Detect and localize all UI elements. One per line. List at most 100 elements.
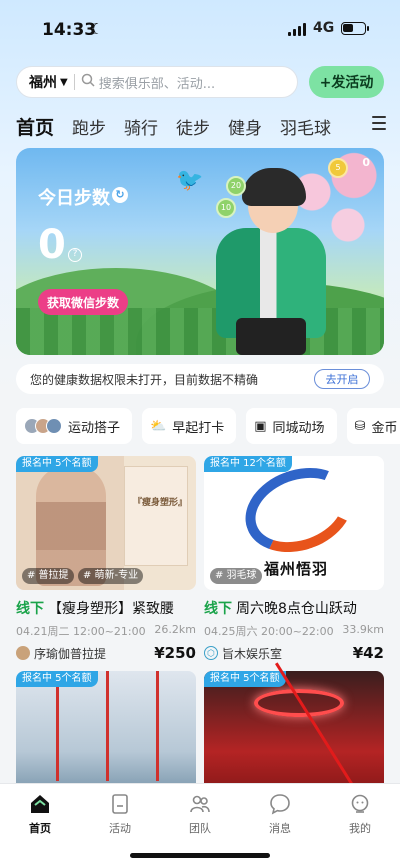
activity-image: 福州悟羽 报名中 12个名额 # 羽毛球 (204, 456, 384, 590)
activity-price: ¥250 (154, 644, 196, 662)
chip-coins[interactable]: ⛁ 金币 (346, 408, 400, 444)
tab-running[interactable]: 跑步 (72, 114, 106, 139)
search-divider (73, 74, 75, 90)
steps-value: 0 (38, 222, 66, 268)
title-text: 【瘦身塑形】紧致腰 (48, 601, 174, 617)
tab-home[interactable]: 首页 (16, 113, 54, 140)
status-time: 14:33 (42, 20, 97, 40)
tab-badminton[interactable]: 羽毛球 (280, 114, 331, 139)
coin-count: 0 (362, 156, 370, 169)
help-icon[interactable]: ? (68, 248, 82, 262)
tab-fitness[interactable]: 健身 (228, 114, 262, 139)
nav-label: 团队 (189, 822, 211, 835)
steps-title: 今日步数 (38, 188, 110, 209)
search-icon (81, 73, 95, 91)
organizer-name: 序瑜伽普拉提 (34, 646, 107, 661)
coin-icon[interactable]: 10 (216, 198, 236, 218)
home-indicator (130, 853, 270, 858)
network-label: 4G (313, 20, 335, 36)
coins-icon: ⛁ (354, 418, 366, 434)
chip-local-venue[interactable]: ▣ 同城动场 (246, 408, 337, 444)
notice-text: 您的健康数据权限未打开，目前数据不精确 (30, 372, 259, 387)
category-tabs: 首页 跑步 骑行 徒步 健身 羽毛球 (16, 112, 386, 140)
nav-home[interactable]: 首页 (10, 792, 70, 836)
activity-card[interactable]: 福州悟羽 报名中 12个名额 # 羽毛球 线下 周六晚8点仓山跃动 04.25周六… (204, 456, 384, 662)
caret-down-icon: ▼ (60, 76, 68, 88)
activity-card[interactable]: 『瘦身塑形』 报名中 5个名额 # 普拉提 # 萌新-专业 线下 【瘦身塑形】紧致… (16, 456, 196, 662)
nav-messages[interactable]: 消息 (250, 792, 310, 836)
title-text: 周六晚8点仓山跃动 (236, 601, 357, 617)
status-bar: 14:33 ☾ 4G (0, 0, 400, 56)
profile-icon (348, 792, 372, 816)
activity-distance: 33.9km (342, 623, 384, 636)
nav-label: 活动 (109, 822, 131, 835)
activity-tag: # 普拉提 (22, 568, 74, 584)
activity-footer: 序瑜伽普拉提 ¥250 (16, 644, 196, 662)
nav-profile[interactable]: 我的 (330, 792, 390, 836)
chip-early-checkin[interactable]: ⛅ 早起打卡 (142, 408, 237, 444)
signal-icon (288, 23, 306, 36)
activity-image: 『瘦身塑形』 报名中 5个名额 # 普拉提 # 萌新-专业 (16, 456, 196, 590)
nav-activity[interactable]: 活动 (90, 792, 150, 836)
search-placeholder: 搜索俱乐部、活动... (98, 76, 216, 92)
enable-permission-button[interactable]: 去开启 (314, 369, 370, 389)
moon-icon: ☾ (90, 20, 104, 38)
search-row: 福州 ▼ 搜索俱乐部、活动... +发活动 (16, 66, 384, 100)
chip-label: 金币 (371, 420, 398, 436)
activity-price: ¥42 (352, 644, 384, 662)
nav-team[interactable]: 团队 (170, 792, 230, 836)
quick-entry-chips: 运动搭子 ⛅ 早起打卡 ▣ 同城动场 ⛁ 金币 (16, 408, 400, 444)
tab-cycling[interactable]: 骑行 (124, 114, 158, 139)
mode-label: 线下 (16, 601, 44, 617)
enrollment-badge: 报名中 5个名额 (204, 671, 286, 687)
home-icon (28, 792, 52, 816)
mode-label: 线下 (204, 601, 232, 617)
coin-icon[interactable]: 5 (328, 158, 348, 178)
message-icon (268, 792, 292, 816)
runner-illustration (196, 168, 346, 355)
city-selector[interactable]: 福州 (17, 72, 57, 92)
chip-label: 早起打卡 (172, 420, 225, 436)
refresh-icon[interactable]: ↻ (112, 187, 128, 203)
activity-tag: # 萌新-专业 (78, 568, 144, 584)
nav-label: 首页 (29, 822, 51, 835)
activity-meta: 04.21周二 12:00~21:00 26.2km (16, 623, 196, 639)
activity-meta: 04.25周六 20:00~22:00 33.9km (204, 623, 384, 639)
nav-label: 消息 (269, 822, 291, 835)
enrollment-badge: 报名中 5个名额 (16, 456, 98, 472)
search-input[interactable]: 福州 ▼ 搜索俱乐部、活动... (16, 66, 298, 98)
sunrise-icon: ⛅ (150, 418, 167, 434)
activity-tag: # 羽毛球 (210, 568, 262, 584)
activity-title: 线下 周六晚8点仓山跃动 (204, 598, 384, 618)
organizer: 序瑜伽普拉提 (16, 645, 106, 662)
chip-label: 同城动场 (272, 420, 325, 436)
venue-icon: ▣ (254, 418, 267, 434)
activity-date: 04.25周六 20:00~22:00 (204, 625, 334, 638)
coin-icon[interactable]: 20 (226, 176, 246, 196)
enrollment-badge: 报名中 12个名额 (204, 456, 292, 472)
organizer-avatar (16, 646, 30, 660)
health-permission-notice: 您的健康数据权限未打开，目前数据不精确 去开启 (16, 364, 384, 394)
nav-label: 我的 (349, 822, 371, 835)
yoga-poster: 『瘦身塑形』 (124, 466, 188, 566)
battery-icon (341, 22, 369, 35)
organizer: ⬡ 旨木娱乐室 (204, 645, 282, 662)
get-wechat-steps-button[interactable]: 获取微信步数 (38, 289, 128, 315)
tab-hiking[interactable]: 徒步 (176, 114, 210, 139)
activity-distance: 26.2km (154, 623, 196, 636)
post-activity-button[interactable]: +发活动 (309, 66, 384, 98)
activity-title: 线下 【瘦身塑形】紧致腰 (16, 598, 196, 618)
team-icon (188, 792, 212, 816)
activity-icon (108, 792, 132, 816)
activity-date: 04.21周二 12:00~21:00 (16, 625, 146, 638)
avatar-group (24, 418, 62, 434)
activity-footer: ⬡ 旨木娱乐室 ¥42 (204, 644, 384, 662)
chip-label: 运动搭子 (68, 420, 121, 436)
menu-icon[interactable] (372, 116, 386, 134)
badminton-logo (233, 456, 365, 567)
organizer-name: 旨木娱乐室 (222, 646, 283, 661)
chip-sport-partner[interactable]: 运动搭子 (16, 408, 133, 444)
enrollment-badge: 报名中 5个名额 (16, 671, 98, 687)
logo-text: 福州悟羽 (264, 560, 329, 578)
steps-banner[interactable]: 🐦 20 10 5 0 今日步数 ↻ 0 ? 获取微信步数 (16, 148, 384, 355)
